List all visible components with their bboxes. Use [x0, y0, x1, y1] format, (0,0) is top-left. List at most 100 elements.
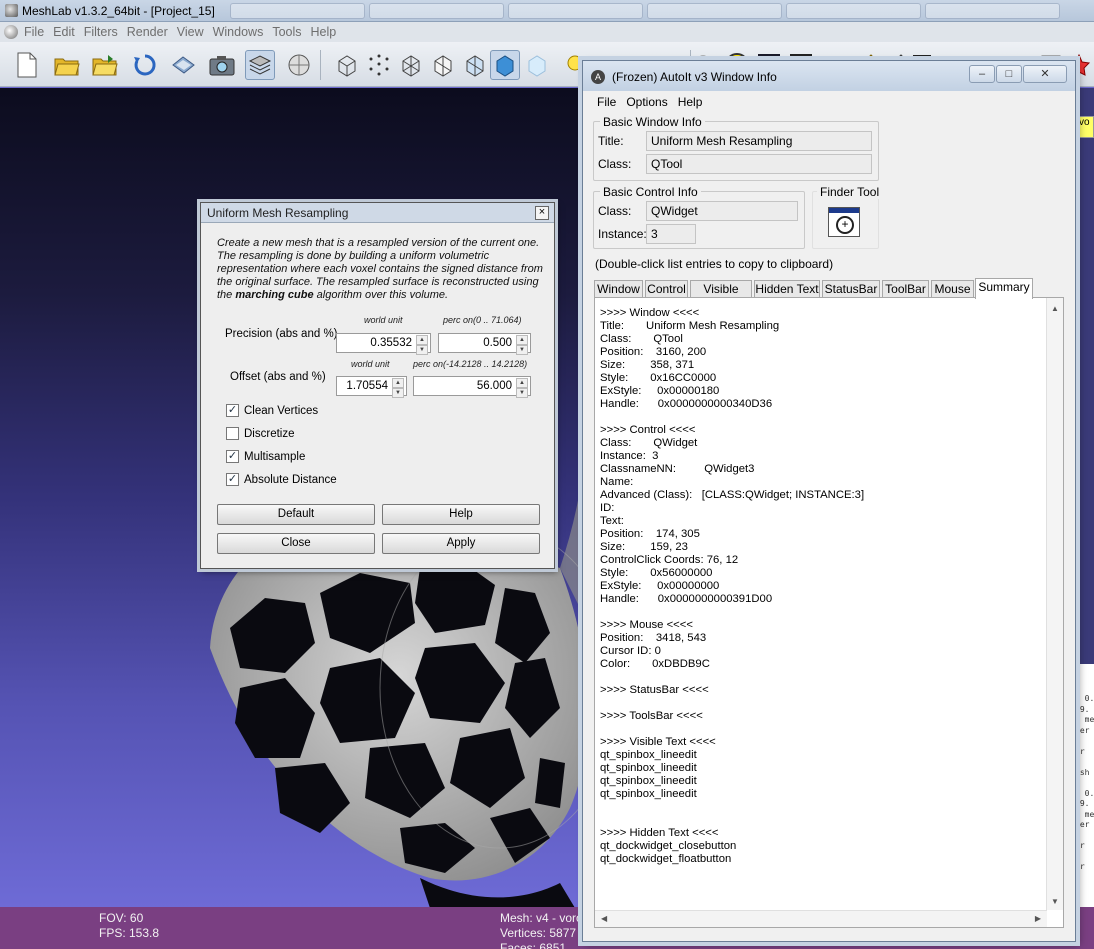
- scroll-up-icon[interactable]: ▲: [1051, 304, 1059, 313]
- log-panel: s 0. 29. r me ver er esh s 0. 29. r me ver er …: [1073, 664, 1094, 907]
- tab-window[interactable]: Window: [594, 280, 643, 298]
- checkbox-box[interactable]: ✓: [226, 450, 239, 463]
- menu-render[interactable]: Render: [127, 25, 177, 39]
- taskbar-ghost-tabs: [230, 3, 1060, 19]
- dialog-close-icon[interactable]: ×: [535, 206, 549, 220]
- window-title-label: Title:: [598, 134, 624, 148]
- close-window-button[interactable]: ✕: [1023, 65, 1067, 83]
- scroll-down-icon[interactable]: ▼: [1051, 897, 1059, 906]
- offset-abs-spinbox[interactable]: 1.70554 ▲ ▼: [336, 376, 407, 398]
- filter-description: Create a new mesh that is a resampled ve…: [217, 237, 543, 301]
- flat-shading-icon[interactable]: [490, 50, 520, 80]
- help-button[interactable]: Help: [382, 504, 540, 525]
- back-icon[interactable]: [4, 25, 18, 39]
- checkbox-box[interactable]: [226, 427, 239, 440]
- default-button[interactable]: Default: [217, 504, 375, 525]
- faces-readout: Faces: 6851: [500, 941, 567, 949]
- wireframe-icon[interactable]: [396, 50, 426, 80]
- autoit-menu-file[interactable]: File: [597, 95, 616, 109]
- window-title: MeshLab v1.3.2_64bit - [Project_15]: [22, 4, 215, 18]
- checkbox-box[interactable]: ✓: [226, 404, 239, 417]
- autoit-menu-options[interactable]: Options: [626, 95, 667, 109]
- precision-label: Precision (abs and %): [225, 328, 338, 340]
- summary-text-panel[interactable]: >>>> Window <<<< Title: Uniform Mesh Res…: [594, 297, 1064, 928]
- window-class-value[interactable]: QTool: [646, 154, 872, 174]
- discretize-checkbox[interactable]: Discretize: [226, 427, 294, 440]
- menu-filters[interactable]: Filters: [84, 25, 127, 39]
- meshlab-titlebar: MeshLab v1.3.2_64bit - [Project_15]: [0, 0, 1094, 22]
- menu-view[interactable]: View: [177, 25, 213, 39]
- scroll-left-icon[interactable]: ◀: [601, 914, 607, 923]
- control-class-label: Class:: [598, 204, 632, 218]
- close-button[interactable]: Close: [217, 533, 375, 554]
- uniform-mesh-resampling-dialog: Uniform Mesh Resampling × Create a new m…: [200, 202, 555, 569]
- minimize-button[interactable]: –: [969, 65, 995, 83]
- apply-button[interactable]: Apply: [382, 533, 540, 554]
- menu-edit[interactable]: Edit: [53, 25, 84, 39]
- layer-label[interactable]: vo: [1075, 116, 1094, 138]
- finder-tool-title: Finder Tool: [817, 185, 883, 199]
- bounding-box-icon[interactable]: [332, 50, 362, 80]
- spin-up-icon: ▲: [392, 378, 404, 388]
- menu-windows[interactable]: Windows: [213, 25, 273, 39]
- control-class-value[interactable]: QWidget: [646, 201, 798, 221]
- clean-vertices-checkbox[interactable]: ✓ Clean Vertices: [226, 404, 318, 417]
- vertical-scrollbar[interactable]: ▲ ▼: [1046, 298, 1063, 910]
- right-layer-panel: vo s 0. 29. r me ver er esh s 0. 29. r me ver …: [1073, 88, 1094, 907]
- mesh-name-readout: Mesh: v4 - voro: [500, 911, 583, 925]
- autoit-menubar: File Options Help: [597, 95, 702, 109]
- precision-abs-unit: world unit: [364, 315, 403, 325]
- precision-abs-spinbox[interactable]: 0.35532 ▲ ▼: [336, 333, 431, 355]
- spin-down-icon: ▼: [516, 345, 528, 355]
- menu-file[interactable]: File: [24, 25, 53, 39]
- tab-toolbar[interactable]: ToolBar: [882, 280, 929, 298]
- fps-readout: FPS: 153.8: [99, 926, 160, 940]
- horizontal-scrollbar[interactable]: ◀ ▶: [595, 910, 1047, 927]
- summary-text[interactable]: >>>> Window <<<< Title: Uniform Mesh Res…: [600, 307, 1040, 866]
- dialog-titlebar[interactable]: Uniform Mesh Resampling ×: [201, 203, 554, 223]
- tab-control[interactable]: Control: [645, 280, 688, 298]
- autoit-menu-help[interactable]: Help: [678, 95, 703, 109]
- autoit-title: (Frozen) AutoIt v3 Window Info: [612, 70, 777, 84]
- copy-hint: (Double-click list entries to copy to cl…: [595, 257, 834, 271]
- tab-visible-text[interactable]: Visible Text: [690, 280, 752, 312]
- dialog-title: Uniform Mesh Resampling: [207, 206, 349, 220]
- reload-icon[interactable]: [130, 50, 160, 80]
- raster-layers-icon[interactable]: [284, 50, 314, 80]
- points-icon[interactable]: [364, 50, 394, 80]
- spin-up-icon: ▲: [416, 335, 428, 345]
- meshlab-app-icon: [5, 4, 18, 17]
- open-project-icon[interactable]: [52, 50, 82, 80]
- new-file-icon[interactable]: [12, 50, 42, 80]
- hidden-lines-icon[interactable]: [428, 50, 458, 80]
- window-class-label: Class:: [598, 157, 632, 171]
- tab-mouse[interactable]: Mouse: [931, 280, 974, 298]
- spin-up-icon: ▲: [516, 378, 528, 388]
- precision-perc-spinbox[interactable]: 0.500 ▲ ▼: [438, 333, 531, 355]
- window-title-value[interactable]: Uniform Mesh Resampling: [646, 131, 872, 151]
- absolute-distance-checkbox[interactable]: ✓ Absolute Distance: [226, 473, 337, 486]
- control-instance-value[interactable]: 3: [646, 224, 696, 244]
- menu-tools[interactable]: Tools: [272, 25, 310, 39]
- precision-perc-unit: perc on(0 .. 71.064): [443, 315, 522, 325]
- meshlab-menubar: File Edit Filters Render View Windows To…: [0, 22, 1094, 42]
- layers-icon[interactable]: [245, 50, 275, 80]
- checkbox-box[interactable]: ✓: [226, 473, 239, 486]
- open-mesh-icon[interactable]: [90, 50, 120, 80]
- tab-summary[interactable]: Summary: [975, 278, 1033, 299]
- basic-control-info-title: Basic Control Info: [600, 185, 701, 199]
- tab-statusbar[interactable]: StatusBar: [822, 280, 880, 298]
- tab-hidden-text[interactable]: Hidden Text: [754, 280, 820, 298]
- maximize-button[interactable]: □: [996, 65, 1022, 83]
- offset-label: Offset (abs and %): [230, 371, 326, 383]
- menu-help[interactable]: Help: [311, 25, 346, 39]
- save-icon[interactable]: [168, 50, 198, 80]
- autoit-titlebar[interactable]: A (Frozen) AutoIt v3 Window Info – □ ✕: [583, 61, 1075, 91]
- smooth-shading-icon[interactable]: [522, 50, 552, 80]
- snapshot-icon[interactable]: [207, 50, 237, 80]
- finder-tool-target[interactable]: +: [828, 207, 860, 237]
- flat-lines-icon[interactable]: [460, 50, 490, 80]
- offset-perc-spinbox[interactable]: 56.000 ▲ ▼: [413, 376, 531, 398]
- multisample-checkbox[interactable]: ✓ Multisample: [226, 450, 305, 463]
- scroll-right-icon[interactable]: ▶: [1035, 914, 1041, 923]
